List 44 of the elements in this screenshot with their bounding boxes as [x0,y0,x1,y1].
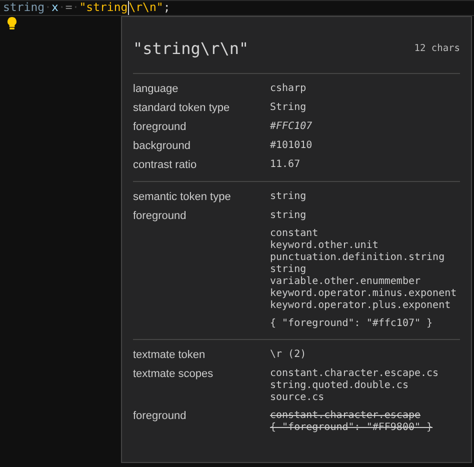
property-value: punctuation.definition.string [270,252,446,264]
property-label: background [133,139,192,154]
code-token: "string [79,2,128,14]
code-token: x [51,2,58,14]
whitespace-marker: · [72,2,80,14]
property-label: language [133,82,180,97]
property-label: foreground [133,209,188,224]
property-label: foreground [133,120,188,135]
property-value: \r (2) [270,349,306,361]
property-label: contrast ratio [133,158,198,173]
property-value: keyword.operator.minus.exponent [270,288,457,300]
property-value: #101010 [270,140,312,152]
property-value: 11.67 [270,159,300,171]
property-value: string [270,264,308,276]
code-token: ; [163,2,170,14]
property-label: textmate token [133,348,206,363]
whitespace-marker: · [58,2,66,14]
property-value: string.quoted.double.cs [270,380,410,392]
token-title: "string\r\n" [133,38,249,60]
property-value: { "foreground": "#FF9800" } [270,422,433,434]
property-value: string [270,210,308,222]
code-token: \r\n" [128,2,164,14]
whitespace-marker: · [44,2,52,14]
property-value: constant.character.escape [270,410,422,422]
token-length: 12 chars [414,42,460,56]
property-label: foreground [133,409,188,424]
property-value: constant [270,228,320,240]
code-token: = [65,2,72,14]
property-label: textmate scopes [133,367,214,382]
property-value: source.cs [270,392,326,404]
property-label: standard token type [133,101,231,116]
property-label: semantic token type [133,190,232,205]
property-value: keyword.operator.plus.exponent [270,300,452,312]
lightbulb-icon[interactable] [6,16,18,30]
property-value: variable.other.enummember [270,276,422,288]
property-value: keyword.other.unit [270,240,380,252]
property-value: string [270,191,306,203]
property-value: csharp [270,83,306,95]
property-value: #FFC107 [270,121,312,133]
text-cursor [128,1,129,15]
property-value: { "foreground": "#ffc107" } [270,318,434,330]
property-value: constant.character.escape.cs [270,368,439,380]
code-token: string [3,2,45,14]
property-value: String [270,102,306,114]
